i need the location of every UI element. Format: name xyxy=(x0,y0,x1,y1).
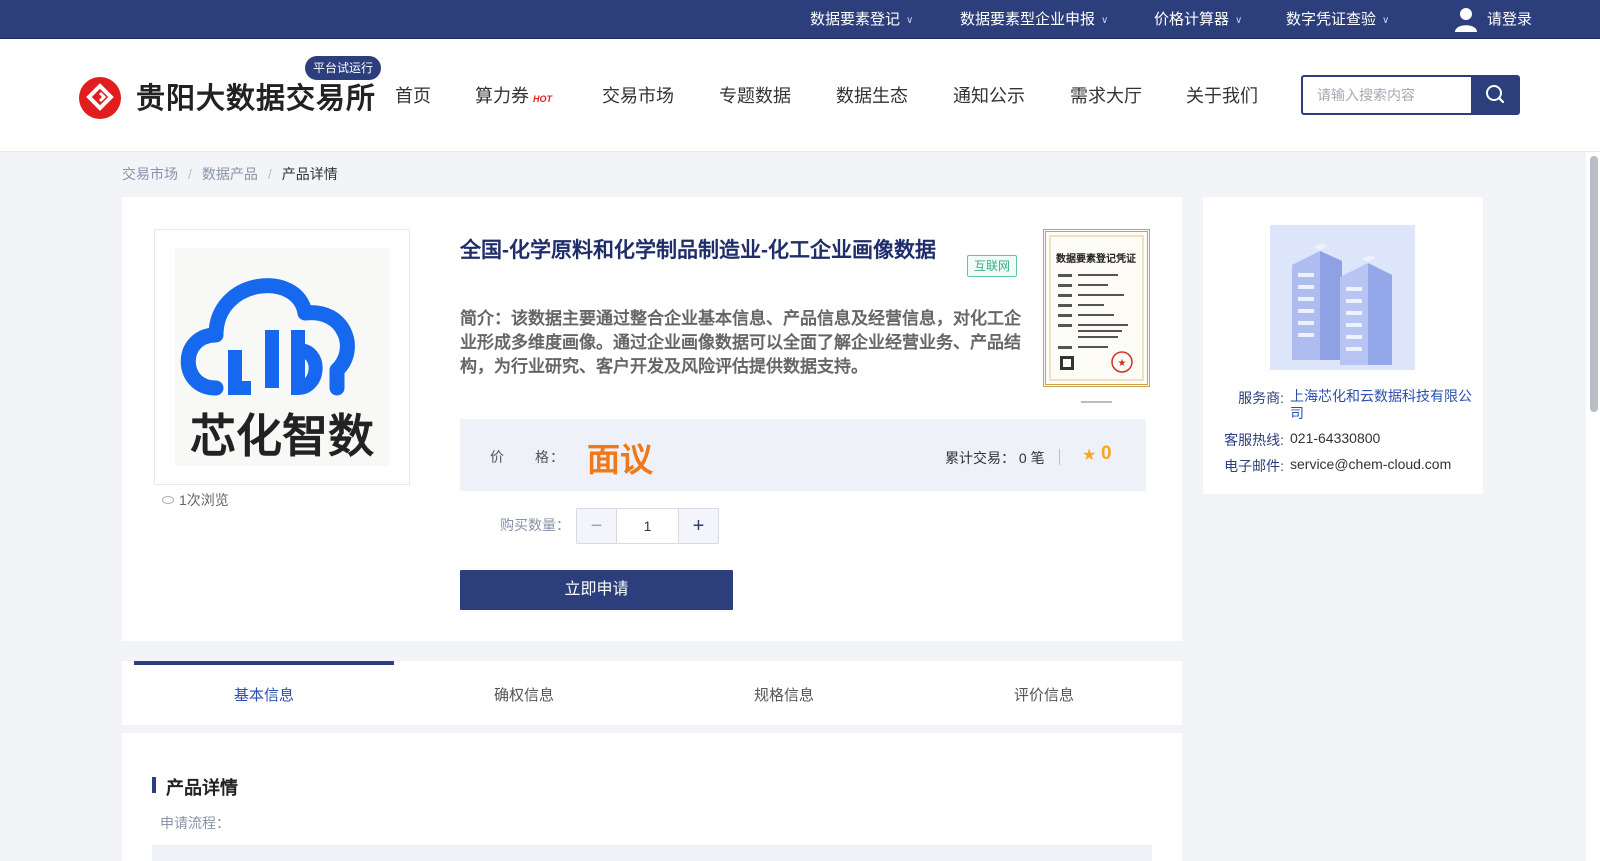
product-title: 全国-化学原料和化学制品制造业-化工企业画像数据 xyxy=(460,239,936,262)
tab-basic-info[interactable]: 基本信息 xyxy=(134,661,394,725)
breadcrumb-data-products[interactable]: 数据产品 xyxy=(202,166,258,182)
hot-badge: HOT xyxy=(533,94,552,104)
eye-icon xyxy=(162,496,174,504)
quantity-label: 购买数量： xyxy=(500,517,570,533)
price-value: 面议 xyxy=(587,441,653,478)
site-logo[interactable] xyxy=(79,77,121,119)
search-button[interactable] xyxy=(1471,75,1520,115)
nav-notices[interactable]: 通知公示 xyxy=(953,82,1025,108)
certificate-title: 数据要素登记凭证 xyxy=(1056,252,1136,265)
tab-spec-info[interactable]: 规格信息 xyxy=(654,661,914,725)
chevron-down-icon: ∨ xyxy=(1382,15,1390,26)
quantity-stepper: − + xyxy=(576,508,719,544)
provider-image xyxy=(1270,225,1415,370)
site-header: 贵阳大数据交易所 平台试运行 首页 算力券 HOT 交易市场 专题数据 数据生态… xyxy=(0,39,1600,152)
certificate-indicator[interactable] xyxy=(1081,401,1112,403)
nav-about-us[interactable]: 关于我们 xyxy=(1186,82,1258,108)
breadcrumb-trading-market[interactable]: 交易市场 xyxy=(122,166,178,182)
cloud-logo-icon: 芯化智数 xyxy=(175,248,389,466)
product-card: 芯化智数 1次浏览 全国-化学原料和化学制品制造业-化工企业画像数据 互联网 简… xyxy=(122,197,1182,641)
chevron-down-icon: ∨ xyxy=(906,15,914,26)
buildings-icon xyxy=(1270,225,1415,370)
registration-certificate[interactable]: 数据要素登记凭证 ★ xyxy=(1043,229,1150,387)
application-flow-panel xyxy=(152,845,1152,861)
decrease-button[interactable]: − xyxy=(577,509,617,543)
search-icon xyxy=(1486,85,1505,104)
section-marker xyxy=(152,777,156,793)
category-tag[interactable]: 互联网 xyxy=(967,255,1018,277)
product-logo-text: 芯化智数 xyxy=(190,409,374,463)
price-panel: 价 格： 面议 累计交易： 0 笔 ★ 0 xyxy=(460,419,1146,491)
logo-mark-icon xyxy=(86,83,114,111)
quantity-input[interactable] xyxy=(617,509,678,543)
scrollbar-thumb[interactable] xyxy=(1590,156,1598,412)
application-flow-label: 申请流程： xyxy=(160,815,230,831)
product-description: 简介：该数据主要通过整合企业基本信息、产品信息及经营信息，对化工企业形成多维度画… xyxy=(460,309,1021,376)
hotline-label: 客服热线: xyxy=(1224,432,1284,448)
nav-topic-data[interactable]: 专题数据 xyxy=(719,82,791,108)
breadcrumb-current: 产品详情 xyxy=(281,166,338,182)
topbar-link-enterprise-declaration[interactable]: 数据要素型企业申报 ∨ xyxy=(960,0,1108,39)
breadcrumb: 交易市场 / 数据产品 / 产品详情 xyxy=(122,166,338,182)
view-count: 1次浏览 xyxy=(162,490,229,510)
nav-demand-hall[interactable]: 需求大厅 xyxy=(1070,82,1142,108)
site-title[interactable]: 贵阳大数据交易所 xyxy=(136,75,376,117)
search-input[interactable] xyxy=(1301,75,1471,115)
provider-label: 服务商: xyxy=(1238,390,1284,406)
product-image: 芯化智数 xyxy=(154,229,410,485)
chevron-down-icon: ∨ xyxy=(1235,15,1243,26)
nav-trading-market[interactable]: 交易市场 xyxy=(602,82,674,108)
chevron-down-icon: ∨ xyxy=(1101,15,1109,26)
nav-home[interactable]: 首页 xyxy=(395,82,431,108)
tab-review-info[interactable]: 评价信息 xyxy=(914,661,1174,725)
apply-now-button[interactable]: 立即申请 xyxy=(460,570,733,610)
detail-tabs: 基本信息 确权信息 规格信息 评价信息 xyxy=(122,661,1182,725)
rating-value: 0 xyxy=(1101,443,1112,464)
tab-rights-info[interactable]: 确权信息 xyxy=(394,661,654,725)
details-title: 产品详情 xyxy=(166,778,238,798)
star-icon: ★ xyxy=(1082,447,1097,464)
login-link[interactable]: 请登录 xyxy=(1487,0,1532,39)
topbar-link-price-calculator[interactable]: 价格计算器 ∨ xyxy=(1154,0,1242,39)
nav-data-ecosystem[interactable]: 数据生态 xyxy=(836,82,908,108)
service-provider-card: 服务商: 上海芯化和云数据科技有限公司 客服热线: 021-64330800 电… xyxy=(1203,197,1483,494)
divider xyxy=(1059,449,1060,465)
topbar-link-data-registration[interactable]: 数据要素登记 ∨ xyxy=(810,0,913,39)
trial-badge: 平台试运行 xyxy=(305,56,382,80)
email-value: service@chem-cloud.com xyxy=(1290,456,1452,472)
user-icon[interactable] xyxy=(1454,6,1478,32)
top-bar: 数据要素登记 ∨ 数据要素型企业申报 ∨ 价格计算器 ∨ 数字凭证查验 ∨ 请登录 xyxy=(0,0,1600,39)
certificate-image: 数据要素登记凭证 ★ xyxy=(1049,235,1144,381)
increase-button[interactable]: + xyxy=(678,509,718,543)
provider-link[interactable]: 上海芯化和云数据科技有限公司 xyxy=(1290,388,1475,422)
product-details-section: 产品详情 申请流程： xyxy=(122,733,1182,861)
trade-count: 累计交易： 0 笔 xyxy=(945,450,1045,466)
hotline-value: 021-64330800 xyxy=(1290,430,1381,446)
price-label: 价 格： xyxy=(490,449,565,465)
email-label: 电子邮件: xyxy=(1224,458,1284,474)
topbar-link-certificate-check[interactable]: 数字凭证查验 ∨ xyxy=(1286,0,1389,39)
nav-compute-voucher[interactable]: 算力券 xyxy=(475,82,529,108)
svg-text:★: ★ xyxy=(1118,358,1127,369)
